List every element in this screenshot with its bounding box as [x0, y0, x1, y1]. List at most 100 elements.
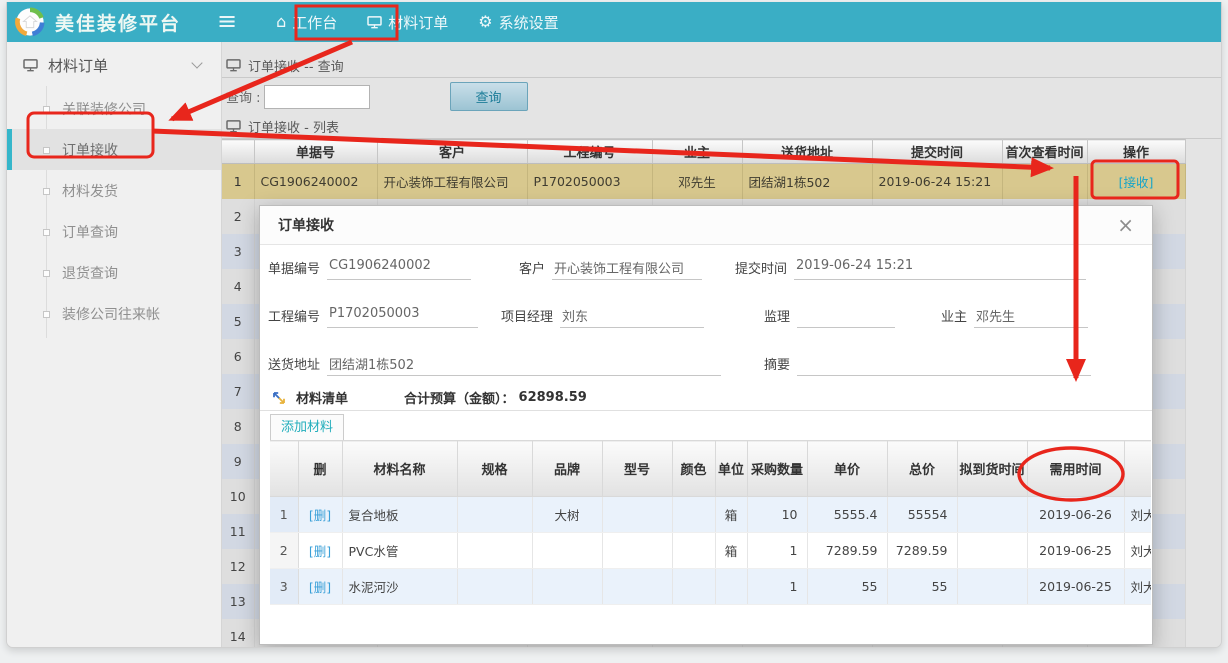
cell-unit: 箱 — [715, 533, 747, 569]
cell-rownum: 2 — [222, 199, 254, 234]
add-material-button[interactable]: 添加材料 — [270, 414, 344, 442]
materials-column-header: 单价 — [807, 441, 887, 497]
sidebar-items: 关联装修公司 订单接收 材料发货 订单查询 退货查询 装修公司往来帐 — [7, 88, 221, 334]
sidebar-item-order-query[interactable]: 订单查询 — [7, 211, 221, 252]
menu-toggle-icon[interactable]: ≡ — [217, 7, 237, 35]
list-column-header: 送货地址 — [742, 140, 872, 164]
list-row-selected[interactable]: 1 CG1906240002 开心装饰工程有限公司 P1702050003 邓先… — [222, 164, 1185, 200]
col-rownum — [222, 140, 254, 164]
search-bar: 查询 : 查询 — [222, 78, 1221, 115]
field-supervisor: 监理 — [764, 304, 895, 328]
nav-item-system-settings[interactable]: ⚙ 系统设置 — [463, 2, 573, 42]
sidebar-item-order-receive[interactable]: 订单接收 — [7, 129, 221, 170]
collapse-icon[interactable] — [272, 391, 286, 405]
list-header-row: 单据号客户工程编号业主送货地址提交时间首次查看时间操作 — [222, 140, 1185, 164]
gear-icon: ⚙ — [478, 14, 492, 30]
receive-action-link[interactable]: [接收] — [1119, 175, 1154, 190]
cell-qty: 10 — [747, 497, 807, 533]
cell-brand: 大树 — [532, 497, 602, 533]
top-navbar: 美佳装修平台 ≡ ⌂ 工作台 材料订单 ⚙ 系统设置 — [7, 2, 1221, 42]
field-project-no: 工程编号 P1702050003 — [268, 304, 478, 328]
cell-spec — [457, 533, 532, 569]
cell-first-view-time — [1002, 164, 1087, 200]
delete-link[interactable]: [删] — [309, 508, 331, 523]
cell-material-name: 水泥河沙 — [342, 569, 457, 605]
list-section-title: 订单接收 - 列表 — [222, 115, 1221, 139]
cell-material-name: PVC水管 — [342, 533, 457, 569]
cell-total-price: 7289.59 — [887, 533, 957, 569]
budget-label: 合计预算（金额）： — [404, 388, 515, 407]
cell-need-time: 2019-06-25 — [1027, 569, 1124, 605]
material-row[interactable]: 1 [删] 复合地板 大树 箱 10 5555.4 55554 — [270, 497, 1151, 533]
sidebar-item-material-shipping[interactable]: 材料发货 — [7, 170, 221, 211]
cell-rownum: 11 — [222, 514, 254, 549]
app-window: 美佳装修平台 ≡ ⌂ 工作台 材料订单 ⚙ 系统设置 — [6, 2, 1222, 648]
list-column-header: 业主 — [652, 140, 742, 164]
search-label: 查询 : — [226, 87, 261, 106]
list-column-header: 单据号 — [254, 140, 377, 164]
cell-rownum: 6 — [222, 339, 254, 374]
field-submit-time: 提交时间 2019-06-24 15:21 — [735, 256, 1086, 280]
field-order-no: 单据编号 CG1906240002 — [268, 256, 471, 280]
cell-unit — [715, 569, 747, 605]
cell-need-time: 2019-06-25 — [1027, 533, 1124, 569]
materials-header-row: 删材料名称规格品牌型号颜色单位采购数量单价总价拟到货时间需用时间 — [270, 441, 1151, 497]
cell-need-time: 2019-06-26 — [1027, 497, 1124, 533]
materials-column-header: 删 — [298, 441, 342, 497]
divider — [260, 410, 1152, 411]
sidebar-item-company-accounts[interactable]: 装修公司往来帐 — [7, 293, 221, 334]
material-row[interactable]: 3 [删] 水泥河沙 1 55 55 2019-06 — [270, 569, 1151, 605]
cell-order-no: CG1906240002 — [254, 164, 377, 200]
materials-column-header: 拟到货时间 — [957, 441, 1027, 497]
cell-eta — [957, 533, 1027, 569]
delete-link[interactable]: [删] — [309, 580, 331, 595]
materials-table-wrap: 删材料名称规格品牌型号颜色单位采购数量单价总价拟到货时间需用时间 1 [删] 复… — [270, 440, 1151, 610]
materials-column-header: 型号 — [602, 441, 672, 497]
delete-link[interactable]: [删] — [309, 544, 331, 559]
cell-model — [602, 533, 672, 569]
cell-model — [602, 497, 672, 533]
field-owner: 业主 邓先生 — [941, 304, 1088, 328]
sidebar-item-return-query[interactable]: 退货查询 — [7, 252, 221, 293]
monitor-icon — [226, 120, 241, 133]
cell-model — [602, 569, 672, 605]
search-button[interactable]: 查询 — [450, 82, 528, 111]
cell-address: 团结湖1栋502 — [742, 164, 872, 200]
cell-rownum: 12 — [222, 549, 254, 584]
brand: 美佳装修平台 — [7, 7, 213, 37]
cell-rownum: 1 — [222, 164, 254, 200]
cell-spec — [457, 569, 532, 605]
cell-rownum: 5 — [222, 304, 254, 339]
search-section-title: 订单接收 -- 查询 — [222, 54, 1221, 78]
nav-item-material-orders[interactable]: 材料订单 — [352, 2, 463, 42]
cell-rownum: 9 — [222, 444, 254, 479]
close-icon[interactable]: × — [1117, 215, 1134, 235]
sidebar-item-linked-companies[interactable]: 关联装修公司 — [7, 88, 221, 129]
cell-unit-price: 7289.59 — [807, 533, 887, 569]
cell-qty: 1 — [747, 533, 807, 569]
cell-extra: 刘大 — [1124, 569, 1151, 605]
nav-item-workbench[interactable]: ⌂ 工作台 — [261, 2, 352, 42]
cell-total-price: 55554 — [887, 497, 957, 533]
cell-qty: 1 — [747, 569, 807, 605]
dialog-title: 订单接收 — [278, 215, 334, 235]
material-row[interactable]: 2 [删] PVC水管 箱 1 7289.59 7289.59 — [270, 533, 1151, 569]
cell-rownum: 8 — [222, 409, 254, 444]
cell-rownum: 4 — [222, 269, 254, 304]
field-project-manager: 项目经理 刘东 — [501, 304, 704, 328]
search-input[interactable] — [264, 85, 370, 109]
monitor-icon — [367, 16, 382, 29]
cell-rownum: 14 — [222, 619, 254, 647]
materials-title-bar: 材料清单 合计预算（金额）： 62898.59 — [272, 388, 587, 407]
monitor-icon — [23, 59, 38, 72]
order-receive-dialog: 订单接收 × 单据编号 CG1906240002 客户 开心装饰工程有限公司 提… — [259, 205, 1153, 645]
materials-column-header — [270, 441, 298, 497]
sidebar-group-material-orders[interactable]: 材料订单 — [7, 42, 221, 88]
budget-value: 62898.59 — [519, 390, 587, 405]
cell-brand — [532, 533, 602, 569]
cell-unit-price: 55 — [807, 569, 887, 605]
materials-column-header: 需用时间 — [1027, 441, 1124, 497]
list-column-header: 客户 — [377, 140, 527, 164]
materials-column-header: 总价 — [887, 441, 957, 497]
cell-color — [672, 533, 715, 569]
